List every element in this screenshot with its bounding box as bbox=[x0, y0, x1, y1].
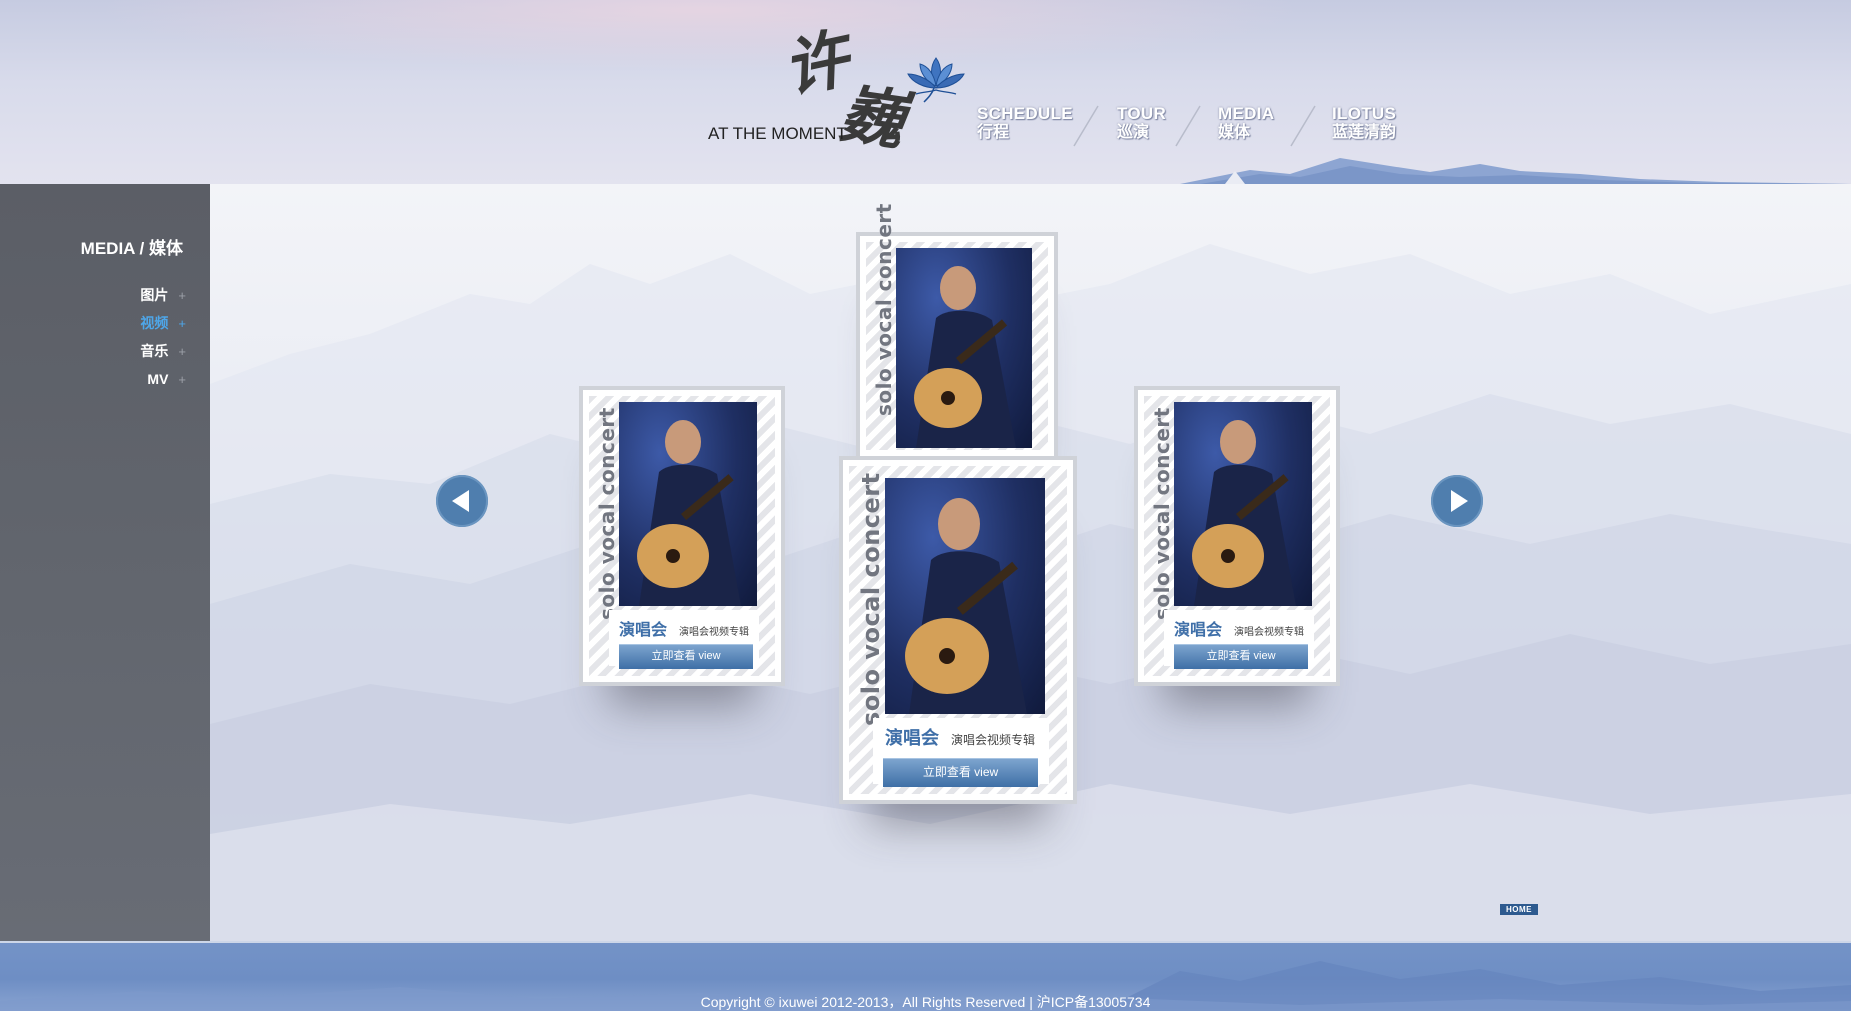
nav-schedule-en: SCHEDULE bbox=[977, 104, 1073, 123]
card-subtitle: 演唱会视频专辑 bbox=[1234, 627, 1305, 638]
logo-char-1: 许 bbox=[776, 23, 848, 109]
main-content: solo vocal concert solo vocal concert 演唱… bbox=[210, 184, 1851, 941]
card-title: 演唱会 bbox=[1174, 622, 1223, 639]
nav-tour[interactable]: TOUR 巡演 bbox=[1117, 104, 1166, 142]
guitarist-photo bbox=[914, 266, 1016, 448]
video-card-center[interactable]: solo vocal concert 演唱会 演唱会视频专辑 立即查看 view bbox=[839, 456, 1077, 804]
lotus-icon bbox=[907, 57, 965, 103]
card-view-button[interactable]: 立即查看 view bbox=[1174, 644, 1308, 669]
plus-icon: + bbox=[178, 287, 186, 303]
sidebar-item-label: 视频 bbox=[140, 315, 169, 331]
card-vertical-text: solo vocal concert bbox=[857, 472, 885, 726]
nav-ilotus[interactable]: ILOTUS 蓝莲清韵 bbox=[1332, 104, 1396, 142]
card-title: 演唱会 bbox=[619, 622, 668, 639]
plus-icon: + bbox=[178, 371, 186, 387]
site-header: 许 巍 AT THE MOMENT SCHEDULE 行程 TOUR 巡演 ME… bbox=[0, 0, 1851, 184]
card-title-row: 演唱会 演唱会视频专辑 bbox=[885, 724, 1035, 750]
guitarist-photo bbox=[905, 498, 1027, 714]
card-photo bbox=[896, 248, 1032, 448]
arrow-left-icon bbox=[452, 490, 469, 512]
nav-active-pointer bbox=[1225, 171, 1245, 184]
card-subtitle: 演唱会视频专辑 bbox=[951, 733, 1036, 747]
nav-media-en: MEDIA bbox=[1218, 104, 1275, 123]
sidebar: MEDIA / 媒体 图片 + 视频 + 音乐 + MV + bbox=[0, 184, 210, 941]
arrow-right-icon bbox=[1451, 490, 1468, 512]
card-photo bbox=[885, 478, 1045, 714]
nav-ilotus-zh: 蓝莲清韵 bbox=[1332, 124, 1397, 141]
sidebar-item-label: MV bbox=[147, 371, 169, 387]
nav-separator bbox=[1290, 105, 1316, 147]
guitarist-photo bbox=[637, 420, 741, 606]
sidebar-item-label: 音乐 bbox=[140, 343, 169, 359]
nav-media[interactable]: MEDIA 媒体 bbox=[1218, 104, 1274, 142]
card-vertical-text: solo vocal concert bbox=[872, 203, 896, 416]
carousel-prev-button[interactable] bbox=[436, 475, 488, 527]
card-title: 演唱会 bbox=[885, 728, 939, 748]
video-card-back[interactable]: solo vocal concert bbox=[856, 203, 1058, 460]
card-photo bbox=[619, 402, 757, 606]
home-link[interactable]: HOME bbox=[1500, 904, 1538, 915]
site-footer: Copyright © ixuwei 2012-2013，All Rights … bbox=[0, 941, 1851, 1011]
card-vertical-text: solo vocal concert bbox=[1150, 407, 1174, 620]
video-card-left[interactable]: solo vocal concert 演唱会 演唱会视频专辑 立即查看 view bbox=[579, 386, 785, 686]
sidebar-item-music[interactable]: 音乐 + bbox=[140, 341, 186, 361]
card-vertical-text: solo vocal concert bbox=[595, 407, 619, 620]
video-card-right[interactable]: solo vocal concert 演唱会 演唱会视频专辑 立即查看 view bbox=[1134, 386, 1340, 686]
nav-separator bbox=[1175, 105, 1201, 147]
nav-schedule-zh: 行程 bbox=[977, 124, 1010, 141]
sidebar-item-label: 图片 bbox=[140, 287, 169, 303]
card-title-row: 演唱会 演唱会视频专辑 bbox=[619, 616, 749, 640]
card-photo bbox=[1174, 402, 1312, 606]
sidebar-title: MEDIA / 媒体 bbox=[80, 239, 183, 258]
nav-ilotus-en: ILOTUS bbox=[1332, 104, 1397, 123]
plus-icon: + bbox=[178, 343, 186, 359]
nav-separator bbox=[1073, 105, 1099, 147]
card-subtitle: 演唱会视频专辑 bbox=[679, 627, 750, 638]
card-view-button[interactable]: 立即查看 view bbox=[619, 644, 753, 669]
nav-schedule[interactable]: SCHEDULE 行程 bbox=[977, 104, 1073, 142]
nav-media-zh: 媒体 bbox=[1218, 124, 1251, 141]
plus-icon: + bbox=[178, 315, 186, 331]
logo-tagline: AT THE MOMENT bbox=[708, 124, 847, 143]
copyright-text: Copyright © ixuwei 2012-2013，All Rights … bbox=[700, 994, 1151, 1010]
sidebar-item-videos[interactable]: 视频 + bbox=[140, 313, 186, 333]
card-title-row: 演唱会 演唱会视频专辑 bbox=[1174, 616, 1304, 640]
nav-tour-zh: 巡演 bbox=[1117, 124, 1150, 141]
nav-tour-en: TOUR bbox=[1117, 104, 1167, 123]
card-view-button[interactable]: 立即查看 view bbox=[883, 758, 1038, 787]
guitarist-photo bbox=[1192, 420, 1296, 606]
carousel-next-button[interactable] bbox=[1431, 475, 1483, 527]
sidebar-item-pictures[interactable]: 图片 + bbox=[140, 285, 186, 305]
sidebar-item-mv[interactable]: MV + bbox=[147, 369, 186, 389]
